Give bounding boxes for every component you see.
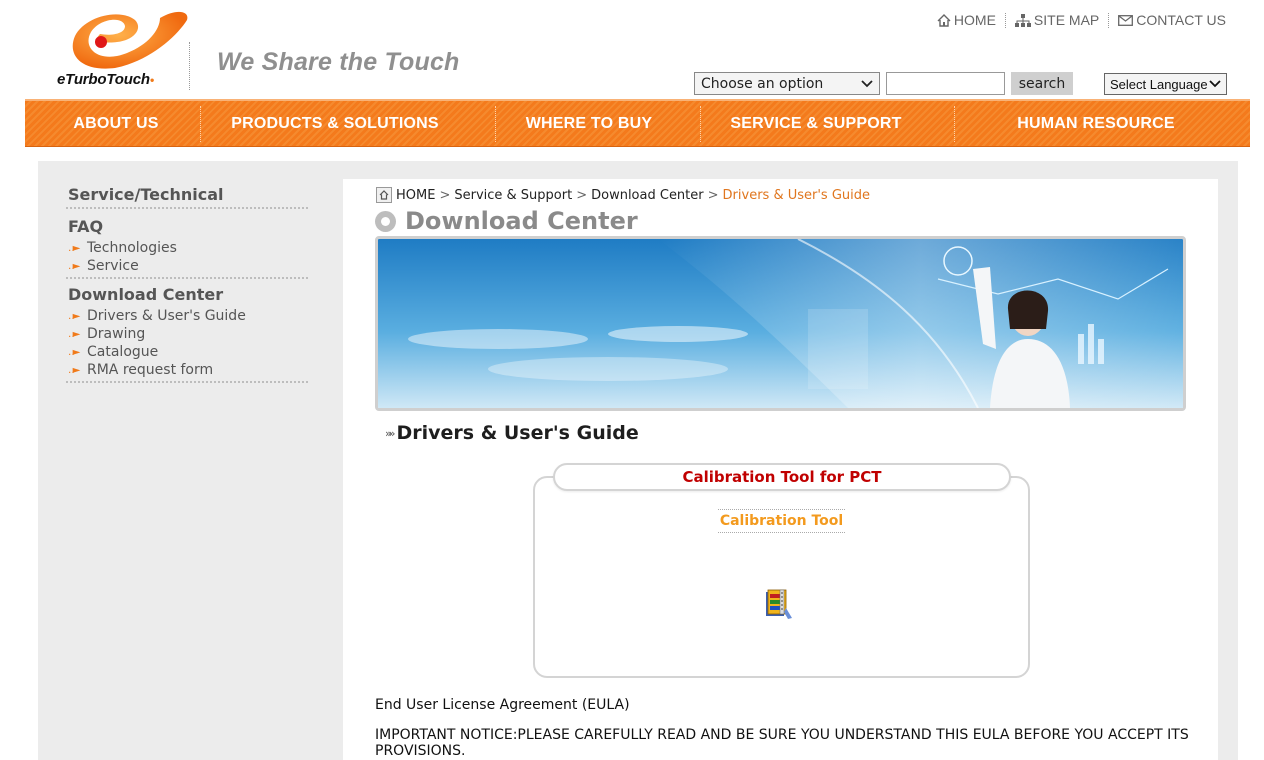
chevron-down-icon: [1209, 80, 1221, 88]
sidebar-item-label: Technologies: [87, 240, 177, 256]
sidebar-item-label: RMA request form: [87, 362, 214, 378]
title-bullet-icon: [375, 210, 396, 232]
zip-archive-icon[interactable]: [760, 586, 796, 622]
mail-icon: [1118, 14, 1134, 26]
sidebar-item-label: Drivers & User's Guide: [87, 308, 246, 324]
nav-divider: [200, 106, 201, 142]
search-input[interactable]: [886, 72, 1005, 95]
sitemap-link[interactable]: SITE MAP: [1014, 12, 1100, 28]
page-title: Download Center: [375, 207, 638, 235]
breadcrumb-current: Drivers & User's Guide: [722, 187, 870, 203]
site-header: eTurboTouch● We Share the Touch HOME SIT…: [25, 0, 1250, 100]
sidebar-group-download-center[interactable]: Download Center: [66, 281, 308, 307]
search-category-value: Choose an option: [701, 75, 824, 92]
sidebar-item-rma-form[interactable]: ‥► RMA request form: [66, 361, 308, 379]
page-title-text: Download Center: [405, 207, 638, 235]
search-button[interactable]: search: [1011, 72, 1073, 95]
logo-text: eTurboTouch●: [57, 71, 155, 88]
sidebar: Service/Technical FAQ ‥► Technologies ‥► S…: [66, 181, 308, 383]
content-panel: HOME > Service & Support > Download Cent…: [343, 179, 1218, 760]
sidebar-divider: [66, 381, 308, 383]
language-select-value: Select Language: [1110, 76, 1208, 92]
toplink-divider: [1004, 12, 1006, 28]
arrow-right-icon: ‥►: [68, 310, 80, 322]
sitemap-icon: [1014, 13, 1031, 27]
nav-products-solutions[interactable]: PRODUCTS & SOLUTIONS: [221, 101, 449, 147]
home-link-label: HOME: [953, 12, 996, 28]
home-icon[interactable]: [376, 187, 392, 203]
slogan: We Share the Touch: [217, 48, 460, 76]
chevron-down-icon: [861, 79, 873, 87]
sidebar-group-faq[interactable]: FAQ: [66, 213, 308, 239]
arrow-right-icon: ‥►: [68, 260, 80, 272]
tool-link-row: Calibration Tool: [535, 509, 1028, 533]
main-nav: ABOUT US PRODUCTS & SOLUTIONS WHERE TO B…: [25, 99, 1250, 147]
arrow-right-icon: ‥►: [68, 346, 80, 358]
section-title-text: Drivers & User's Guide: [396, 422, 639, 444]
sidebar-item-technologies[interactable]: ‥► Technologies: [66, 239, 308, 257]
arrow-right-icon: ‥►: [68, 364, 80, 376]
sidebar-item-drawing[interactable]: ‥► Drawing: [66, 325, 308, 343]
toplink-divider: [1108, 12, 1110, 28]
section-title: »» Drivers & User's Guide: [385, 422, 639, 444]
top-links: HOME SITE MAP CONTACT US: [937, 12, 1226, 28]
breadcrumb-separator: >: [439, 187, 451, 203]
sidebar-title: Service/Technical: [68, 184, 224, 204]
logo-divider: [189, 42, 190, 90]
breadcrumb-home[interactable]: HOME: [396, 188, 435, 203]
sidebar-item-catalogue[interactable]: ‥► Catalogue: [66, 343, 308, 361]
nav-about-us[interactable]: ABOUT US: [53, 101, 179, 147]
search-bar: Choose an option search: [694, 72, 1073, 95]
eula-title: End User License Agreement (EULA): [375, 697, 630, 713]
search-category-select[interactable]: Choose an option: [694, 72, 880, 95]
tool-box-header: Calibration Tool for PCT: [553, 463, 1011, 491]
arrow-right-icon: ‥►: [68, 242, 80, 254]
language-select[interactable]: Select Language: [1104, 73, 1227, 95]
nav-where-to-buy[interactable]: WHERE TO BUY: [519, 101, 659, 147]
arrow-right-icon: ‥►: [68, 328, 80, 340]
nav-divider: [495, 106, 496, 142]
calibration-tool-box: Calibration Tool for PCT Calibration Too…: [533, 463, 1030, 678]
sidebar-divider: [66, 277, 308, 279]
breadcrumb-service-support[interactable]: Service & Support: [454, 188, 572, 203]
breadcrumb-separator: >: [576, 187, 588, 203]
sidebar-divider: [66, 207, 308, 209]
sidebar-item-drivers-guide[interactable]: ‥► Drivers & User's Guide: [66, 307, 308, 325]
banner-image: [375, 236, 1186, 411]
eula-notice: IMPORTANT NOTICE:PLEASE CAREFULLY READ A…: [375, 727, 1189, 759]
nav-human-resource[interactable]: HUMAN RESOURCE: [985, 101, 1207, 147]
sidebar-item-label: Service: [87, 258, 139, 274]
sidebar-item-service[interactable]: ‥► Service: [66, 257, 308, 275]
breadcrumb: HOME > Service & Support > Download Cent…: [376, 187, 870, 203]
sitemap-link-label: SITE MAP: [1033, 12, 1100, 28]
calibration-tool-link[interactable]: Calibration Tool: [717, 509, 846, 533]
breadcrumb-download-center[interactable]: Download Center: [591, 188, 704, 203]
contact-link[interactable]: CONTACT US: [1118, 12, 1226, 28]
sidebar-item-label: Catalogue: [87, 344, 159, 360]
home-link[interactable]: HOME: [937, 12, 996, 28]
double-chevron-icon: »»: [385, 426, 396, 440]
nav-divider: [700, 106, 701, 142]
nav-divider: [954, 106, 955, 142]
home-icon: [937, 13, 951, 27]
contact-link-label: CONTACT US: [1136, 12, 1226, 28]
sidebar-item-label: Drawing: [87, 326, 146, 342]
breadcrumb-separator: >: [707, 187, 719, 203]
nav-service-support[interactable]: SERVICE & SUPPORT: [725, 101, 907, 147]
